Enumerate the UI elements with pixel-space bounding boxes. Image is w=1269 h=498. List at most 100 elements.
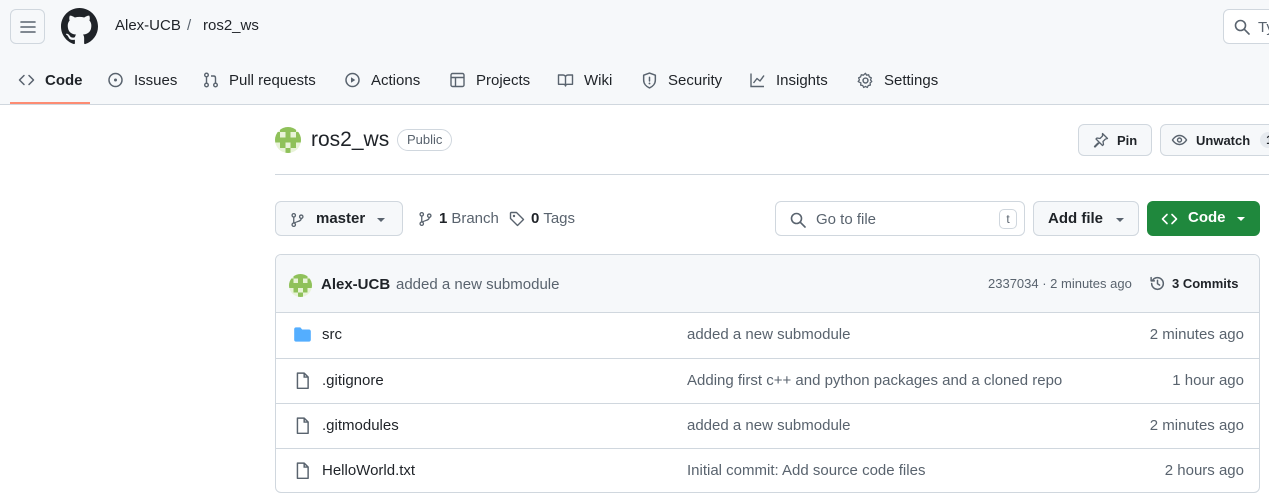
pin-button[interactable]: Pin	[1078, 124, 1152, 156]
visibility-badge: Public	[397, 129, 453, 151]
tab-pull-requests[interactable]: Pull requests	[203, 69, 316, 91]
hamburger-icon	[19, 20, 36, 33]
tab-label: Code	[45, 71, 83, 89]
branch-count: 1	[439, 210, 448, 227]
tab-label: Insights	[776, 71, 828, 89]
global-search-input[interactable]: Ty	[1223, 9, 1269, 44]
table-icon	[450, 72, 465, 88]
active-tab-underline	[10, 102, 90, 104]
file-commit-time: 1 hour ago	[1172, 372, 1244, 389]
header-divider	[275, 174, 1269, 175]
file-commit-message[interactable]: Initial commit: Add source code files	[687, 462, 925, 479]
breadcrumb-repo[interactable]: ros2_ws	[203, 17, 259, 34]
tab-insights[interactable]: Insights	[749, 69, 828, 91]
pull-request-icon	[204, 72, 218, 88]
file-icon	[296, 372, 309, 390]
file-commit-time: 2 hours ago	[1164, 462, 1244, 479]
tab-security[interactable]: Security	[641, 69, 722, 91]
file-commit-time: 2 minutes ago	[1149, 326, 1244, 343]
branch-count-label: Branch	[451, 210, 499, 227]
repo-title[interactable]: ros2_ws	[311, 128, 389, 152]
shield-icon	[642, 71, 657, 89]
file-commit-message[interactable]: Adding first c++ and python packages and…	[687, 372, 1062, 389]
graph-icon	[750, 73, 765, 88]
branch-icon	[419, 211, 432, 226]
commit-author-avatar[interactable]	[289, 274, 312, 297]
tab-wiki[interactable]: Wiki	[557, 69, 612, 91]
file-name[interactable]: .gitmodules	[322, 417, 399, 434]
file-row[interactable]: HelloWorld.txt Initial commit: Add sourc…	[276, 448, 1259, 492]
branches-link[interactable]: 1 Branch	[418, 210, 499, 227]
issue-icon	[108, 72, 123, 88]
go-to-file-input[interactable]: Go to file t	[775, 201, 1025, 236]
file-commit-message[interactable]: added a new submodule	[687, 326, 850, 343]
menu-button[interactable]	[10, 9, 45, 44]
search-icon	[790, 212, 806, 228]
tab-code[interactable]: Code	[18, 69, 83, 91]
tab-settings[interactable]: Settings	[857, 69, 938, 91]
pin-icon	[1093, 132, 1109, 148]
tab-label: Actions	[371, 71, 421, 89]
top-header: Alex-UCB / ros2_ws Ty	[0, 0, 1269, 56]
tag-count: 0	[531, 210, 540, 227]
pin-label: Pin	[1117, 132, 1138, 148]
code-icon	[18, 74, 35, 86]
repo-owner-avatar[interactable]	[275, 127, 301, 153]
code-icon	[1161, 213, 1178, 225]
tab-label: Issues	[134, 71, 178, 89]
search-placeholder: Ty	[1258, 19, 1269, 36]
tab-actions[interactable]: Actions	[344, 69, 420, 91]
file-icon	[296, 417, 309, 435]
file-name[interactable]: HelloWorld.txt	[322, 462, 415, 479]
file-icon	[296, 462, 309, 480]
commits-history-link[interactable]: 3 Commits	[1149, 275, 1238, 292]
chevron-down-icon	[1237, 217, 1245, 221]
add-file-label: Add file	[1048, 210, 1103, 227]
file-row[interactable]: .gitignore Adding first c++ and python p…	[276, 358, 1259, 403]
book-icon	[557, 74, 574, 87]
file-table: Alex-UCB added a new submodule 2337034 ·…	[275, 254, 1260, 493]
play-icon	[345, 72, 360, 88]
shortcut-key: t	[999, 209, 1017, 229]
chevron-down-icon	[377, 218, 385, 222]
commit-author[interactable]: Alex-UCB	[321, 276, 390, 293]
commits-count: 3 Commits	[1172, 276, 1239, 291]
commit-hash-time[interactable]: 2337034 · 2 minutes ago	[988, 276, 1132, 291]
file-commit-time: 2 minutes ago	[1149, 417, 1244, 434]
folder-icon	[294, 327, 311, 342]
unwatch-label: Unwatch	[1196, 132, 1251, 148]
tab-issues[interactable]: Issues	[107, 69, 177, 91]
gear-icon	[857, 72, 873, 88]
commit-message[interactable]: added a new submodule	[396, 276, 559, 293]
file-name[interactable]: src	[322, 326, 342, 343]
github-logo-icon[interactable]	[61, 8, 98, 45]
add-file-button[interactable]: Add file	[1033, 201, 1139, 236]
code-button-label: Code	[1188, 209, 1226, 226]
breadcrumb-separator: /	[187, 17, 192, 34]
watch-count: 1	[1260, 132, 1269, 148]
tag-icon	[509, 211, 525, 226]
branch-name: master	[316, 210, 366, 227]
tags-link[interactable]: 0 Tags	[509, 210, 575, 227]
code-dropdown-button[interactable]: Code	[1147, 201, 1260, 236]
latest-commit-bar: Alex-UCB added a new submodule 2337034 ·…	[276, 255, 1259, 313]
tab-label: Pull requests	[229, 71, 316, 89]
go-to-file-placeholder: Go to file	[816, 211, 877, 228]
branch-select-button[interactable]: master	[275, 201, 403, 236]
file-row[interactable]: src added a new submodule 2 minutes ago	[276, 313, 1259, 358]
chevron-down-icon	[1116, 218, 1124, 222]
breadcrumb-owner[interactable]: Alex-UCB	[115, 17, 181, 34]
tab-label: Settings	[884, 71, 939, 89]
tag-count-label: Tags	[543, 210, 576, 227]
tab-label: Security	[668, 71, 723, 89]
unwatch-button[interactable]: Unwatch 1	[1160, 124, 1269, 156]
tab-label: Projects	[476, 71, 531, 89]
search-icon	[1234, 19, 1250, 35]
tab-projects[interactable]: Projects	[449, 69, 530, 91]
repo-nav: Code Issues Pull requests Actions Projec…	[0, 56, 1269, 105]
branch-icon	[291, 212, 304, 228]
file-name[interactable]: .gitignore	[322, 372, 384, 389]
file-commit-message[interactable]: added a new submodule	[687, 417, 850, 434]
history-icon	[1150, 276, 1165, 291]
file-row[interactable]: .gitmodules added a new submodule 2 minu…	[276, 403, 1259, 448]
